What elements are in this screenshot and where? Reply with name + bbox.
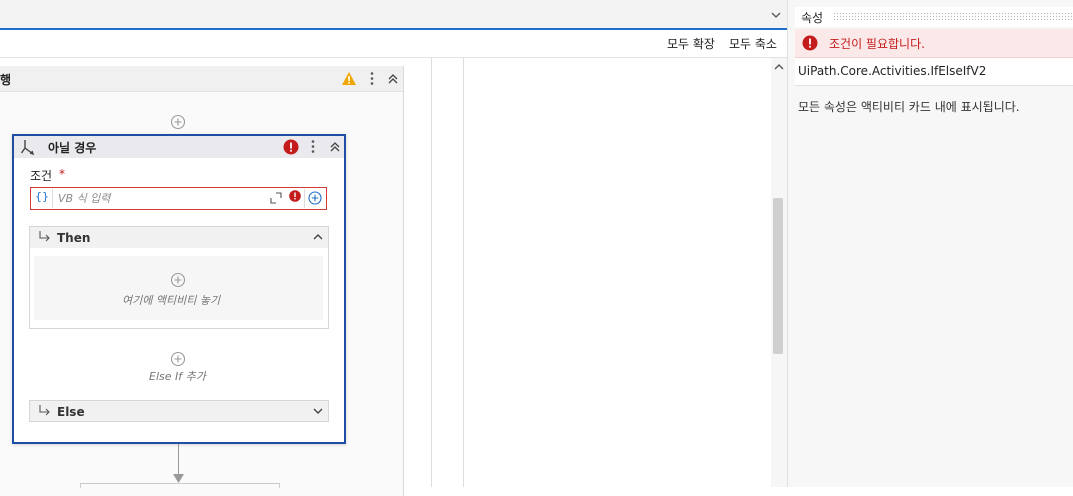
properties-title: 속성 <box>801 11 824 25</box>
more-icon[interactable] <box>309 139 317 154</box>
outer-sequence-title: 행 <box>0 73 12 87</box>
collapse-icon[interactable] <box>386 72 400 86</box>
chevron-down-icon[interactable] <box>312 405 324 417</box>
collapse-all-button[interactable]: 모두 축소 <box>729 35 777 52</box>
drop-hint: 여기에 액티비티 놓기 <box>122 294 221 307</box>
error-message: 조건이 필요합니다. <box>829 37 925 51</box>
expand-field-icon[interactable] <box>270 192 282 204</box>
connector-line <box>178 444 179 477</box>
field-divider <box>304 189 305 208</box>
properties-info: 모든 속성은 액티비티 카드 내에 표시됩니다. <box>798 100 1020 114</box>
add-else-if-button[interactable]: Else If 추가 <box>149 368 206 384</box>
canvas-divider <box>431 58 432 487</box>
error-icon[interactable] <box>289 190 301 202</box>
activity-type: UiPath.Core.Activities.IfElseIfV2 <box>798 64 987 78</box>
expression-brace-icon: {} <box>35 190 49 203</box>
condition-placeholder: VB 식 입력 <box>58 192 111 205</box>
required-marker: * <box>59 167 65 181</box>
add-icon[interactable] <box>170 272 186 288</box>
branch-arrow-icon <box>38 404 51 417</box>
next-activity[interactable] <box>80 483 280 488</box>
canvas-divider <box>463 58 464 487</box>
card-title: 아닐 경우 <box>48 141 97 155</box>
else-label: Else <box>57 405 85 419</box>
scrollbar-thumb[interactable] <box>773 198 783 354</box>
branch-arrow-icon <box>38 230 51 243</box>
chevron-down-icon[interactable] <box>770 9 782 21</box>
arrow-down-icon <box>173 474 184 483</box>
field-divider <box>52 189 53 208</box>
error-icon <box>802 35 818 51</box>
then-label: Then <box>57 231 91 245</box>
add-icon[interactable] <box>170 351 186 367</box>
branch-icon <box>21 138 39 156</box>
drag-handle[interactable] <box>833 12 1073 20</box>
add-circle-icon[interactable] <box>308 191 322 205</box>
add-icon[interactable] <box>170 114 186 130</box>
drop-zone[interactable] <box>34 256 323 320</box>
chevron-up-icon[interactable] <box>312 231 324 243</box>
document-tab-strip <box>0 0 787 30</box>
more-icon[interactable] <box>368 71 376 86</box>
condition-label: 조건 <box>30 169 53 183</box>
scroll-up-icon[interactable] <box>773 61 785 73</box>
expand-all-button[interactable]: 모두 확장 <box>667 35 715 52</box>
collapse-icon[interactable] <box>328 140 342 154</box>
warning-icon[interactable] <box>341 71 357 86</box>
error-icon[interactable] <box>283 139 299 155</box>
